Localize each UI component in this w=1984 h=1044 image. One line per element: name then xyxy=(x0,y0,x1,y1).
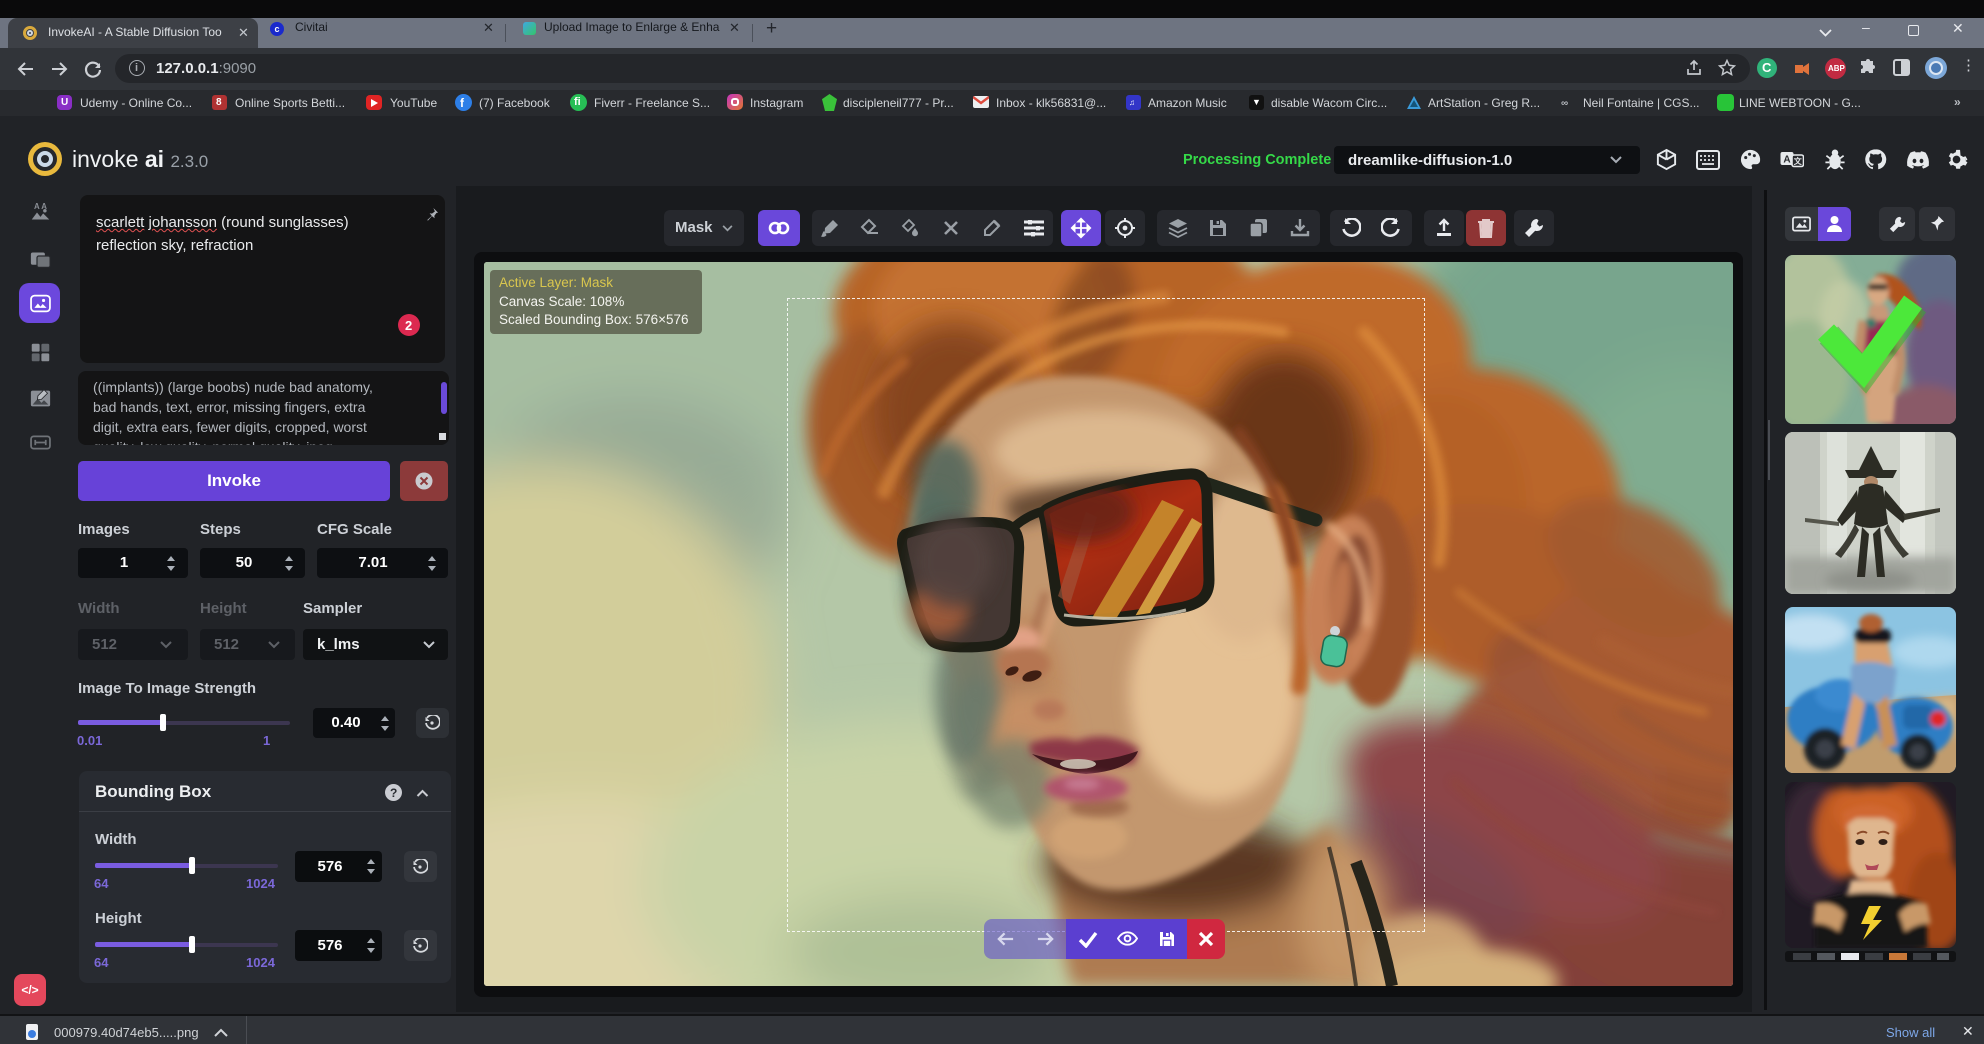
svg-text:文: 文 xyxy=(1794,156,1803,166)
svg-text:A: A xyxy=(1783,155,1790,166)
